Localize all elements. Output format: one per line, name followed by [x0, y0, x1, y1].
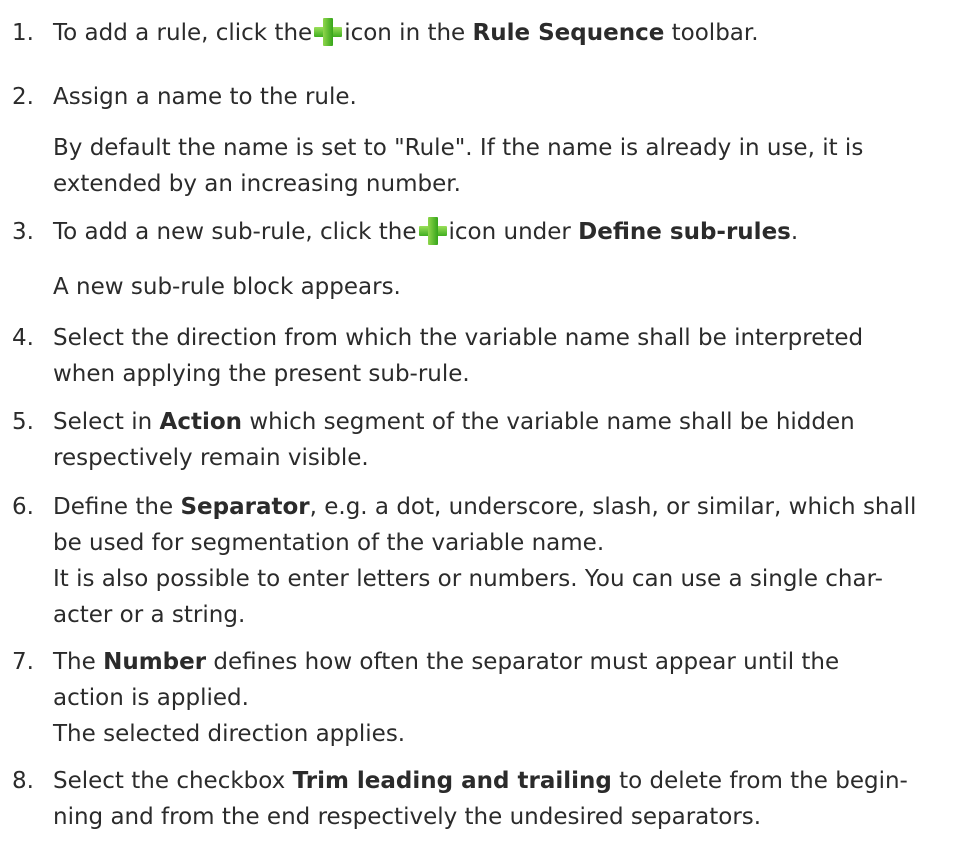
- step-text-segment: , e.g. a dot, underscore, slash, or simi…: [309, 494, 917, 520]
- step-line: Select the direction from which the vari…: [53, 325, 864, 351]
- step-text-segment: defines how often the separator must app…: [213, 649, 840, 675]
- ui-term-action: Action: [159, 409, 243, 435]
- step-text-segment: Select in: [53, 409, 153, 435]
- note-line: A new sub-rule block appears.: [53, 274, 401, 300]
- step-6: 6. Define the Separator, e.g. a dot, und…: [0, 489, 956, 633]
- step-text-segment: To add a new sub-rule, click the: [53, 219, 417, 245]
- instruction-document: 1. To add a rule, click the icon in the R…: [0, 0, 962, 850]
- step-text-segment: toolbar.: [671, 20, 759, 46]
- step-text: Select the checkbox Trim leading and tra…: [53, 763, 956, 835]
- step-line: ning and from the end respectively the u…: [53, 804, 762, 830]
- step-text-segment: Define the: [53, 494, 174, 520]
- plus-icon: [314, 18, 343, 46]
- note-line: extended by an increasing number.: [53, 171, 461, 197]
- step-line: The selected direction applies.: [53, 721, 406, 747]
- ui-term-rule-sequence: Rule Sequence: [472, 20, 665, 46]
- step-8: 8. Select the checkbox Trim leading and …: [0, 763, 956, 835]
- ui-term-define-sub-rules: Define sub-rules: [578, 219, 791, 245]
- step-number: 5.: [12, 409, 34, 435]
- step-5: 5. Select in Action which segment of the…: [0, 404, 956, 476]
- step-text: Select the direction from which the vari…: [53, 320, 956, 392]
- step-text: To add a rule, click the icon in the Rule…: [53, 15, 956, 51]
- step-line: respectively remain visible.: [53, 445, 369, 471]
- step-line: acter or a string.: [53, 602, 246, 628]
- step-text: The Number defines how often the separat…: [53, 644, 956, 752]
- step-number: 6.: [12, 494, 34, 520]
- step-line: action is applied.: [53, 685, 249, 711]
- step-2-note: By default the name is set to "Rule". If…: [53, 130, 956, 202]
- note-line: By default the name is set to "Rule". If…: [53, 135, 864, 161]
- step-number: 1.: [12, 20, 34, 46]
- step-text-segment: To add a rule, click the: [53, 20, 313, 46]
- step-line: It is also possible to enter letters or …: [53, 566, 883, 592]
- step-text: Select in Action which segment of the va…: [53, 404, 956, 476]
- step-3: 3. To add a new sub-rule, click the icon …: [0, 214, 956, 250]
- step-number: 7.: [12, 649, 34, 675]
- step-text: Define the Separator, e.g. a dot, unders…: [53, 489, 956, 633]
- step-7: 7. The Number defines how often the sepa…: [0, 644, 956, 752]
- step-number: 4.: [12, 325, 34, 351]
- step-line: Assign a name to the rule.: [53, 84, 357, 110]
- step-text-segment: The: [53, 649, 96, 675]
- step-text-segment: icon under: [448, 219, 571, 245]
- step-number: 3.: [12, 219, 34, 245]
- step-text-segment: which segment of the variable name shall…: [249, 409, 855, 435]
- step-line: be used for segmentation of the variable…: [53, 530, 605, 556]
- ui-term-separator: Separator: [180, 494, 310, 520]
- step-text-segment: icon in the: [344, 20, 466, 46]
- step-2: 2. Assign a name to the rule.: [0, 79, 956, 115]
- step-text-segment: Select the checkbox: [53, 768, 286, 794]
- step-text-segment: to delete from the begin-: [619, 768, 908, 794]
- step-4: 4. Select the direction from which the v…: [0, 320, 956, 392]
- step-text: To add a new sub-rule, click the icon und…: [53, 214, 956, 250]
- ui-term-trim-leading-and-trailing: Trim leading and trailing: [292, 768, 612, 794]
- step-1: 1. To add a rule, click the icon in the R…: [0, 15, 956, 51]
- step-text: Assign a name to the rule.: [53, 79, 956, 115]
- step-line: when applying the present sub-rule.: [53, 361, 470, 387]
- step-number: 8.: [12, 768, 34, 794]
- plus-icon: [418, 217, 447, 245]
- step-number: 2.: [12, 84, 34, 110]
- step-text-segment: .: [790, 219, 799, 245]
- ui-term-number: Number: [103, 649, 207, 675]
- step-3-note: A new sub-rule block appears.: [53, 269, 956, 305]
